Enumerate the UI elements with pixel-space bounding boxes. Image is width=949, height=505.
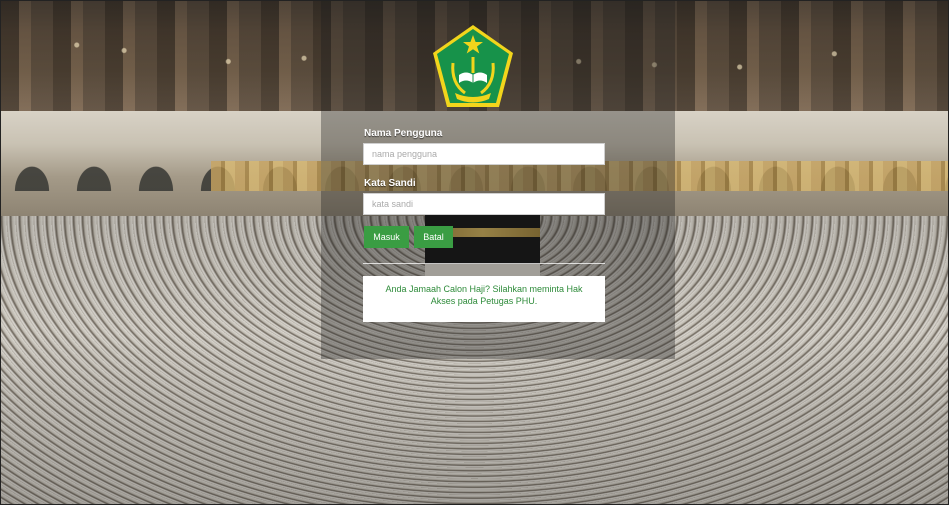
username-label: Nama Pengguna: [364, 128, 443, 139]
password-label: Kata Sandi: [364, 178, 416, 189]
notice-box: Anda Jamaah Calon Haji? Silahkan meminta…: [363, 276, 605, 322]
username-input[interactable]: [363, 143, 605, 165]
notice-text: Anda Jamaah Calon Haji? Silahkan meminta…: [385, 284, 583, 306]
password-input[interactable]: [363, 193, 605, 215]
login-button[interactable]: Masuk: [364, 226, 409, 248]
kemenag-emblem-icon: [431, 23, 515, 109]
cancel-button[interactable]: Batal: [414, 226, 453, 248]
login-page: Nama Pengguna Kata Sandi Masuk Batal And…: [0, 0, 949, 505]
divider: [363, 263, 605, 264]
